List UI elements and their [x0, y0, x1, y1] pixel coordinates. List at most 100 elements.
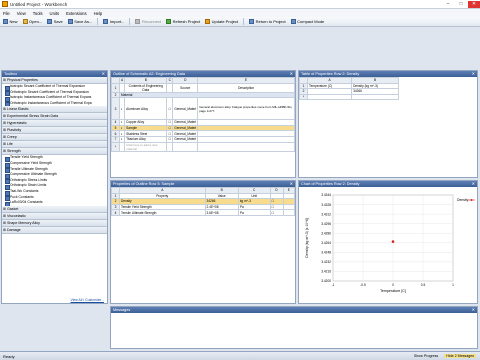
toolbox-category[interactable]: Viscoelastic — [2, 212, 107, 220]
y-tick-label: 3.4344 — [321, 193, 331, 197]
save-as-button[interactable]: Save As... — [67, 19, 92, 24]
title-bar: Untitled Project - Workbench – □ ✕ — [0, 0, 480, 9]
status-bar: Ready Show Progress Hide 2 Messages — [0, 351, 480, 360]
properties-header: Properties of Outline Row 5: Sample ✕ — [111, 181, 295, 187]
app-icon — [2, 1, 8, 7]
outline-panel: Outline of Schematic A2: Engineering Dat… — [110, 70, 296, 178]
toolbox-category[interactable]: Experimental Stress Strain Data — [2, 113, 107, 121]
x-tick-label: -0.5 — [360, 283, 366, 287]
checkbox[interactable]: ☐ — [269, 209, 284, 216]
legend-label: Density — [457, 198, 469, 202]
table-row[interactable]: 3 ▪ Aluminum Alloy ☐ General_Materi General a… — [111, 97, 295, 121]
new-button[interactable]: New — [3, 19, 18, 24]
x-axis-label: Temperature [C] — [380, 289, 406, 293]
toolbar-separator — [243, 18, 245, 25]
view-all-customize-link[interactable]: View All / Customize... — [71, 298, 104, 302]
y-tick-label: 3.4200 — [321, 279, 331, 283]
workbench-window: Untitled Project - Workbench – □ ✕ File … — [0, 0, 480, 360]
y-tick-label: 3.4232 — [321, 260, 331, 264]
outline-header: Outline of Schematic A2: Engineering Dat… — [111, 71, 295, 77]
y-tick-label: 3.4280 — [321, 231, 331, 235]
density-chart: 3.4200 3.4216 3.4232 3.4248 3.4264 3.4280 3.42… — [305, 193, 475, 293]
minimize-button[interactable]: – — [442, 1, 454, 8]
properties-table: ABCDE 1 Property Value Unit 2 Density 34266 kg… — [111, 187, 295, 216]
toolbox-category[interactable]: Creep — [2, 134, 107, 142]
toolbox-panel: Toolbox✕ Physical PropertiesIsotropic Se… — [1, 70, 108, 304]
toolbox-list: Physical PropertiesIsotropic Secant Coef… — [2, 77, 107, 234]
toolbox-category[interactable]: Plasticity — [2, 127, 107, 135]
status-ready: Ready — [3, 353, 15, 359]
open-icon — [22, 19, 28, 24]
toolbox-category[interactable]: Hyperelastic — [2, 120, 107, 128]
legend-marker — [470, 199, 473, 201]
y-axis-label: Density (kg m^-3) [x 10^4] — [305, 218, 309, 257]
save-button[interactable]: Save — [47, 19, 63, 24]
refresh-project-button[interactable]: Refresh Project — [166, 19, 200, 24]
x-tick-label: -1 — [332, 283, 335, 287]
y-tick-label: 3.4328 — [321, 203, 331, 207]
x-tick-label: 1 — [452, 283, 454, 287]
close-icon[interactable]: ✕ — [472, 307, 475, 313]
reconnect-icon — [135, 19, 141, 24]
menu-units[interactable]: Units — [50, 11, 60, 16]
update-icon — [205, 19, 211, 24]
chart-panel: Chart of Properties Row 2: Density ✕ 3.42… — [298, 180, 478, 304]
close-icon[interactable]: ✕ — [290, 181, 293, 187]
menu-file[interactable]: File — [3, 11, 10, 16]
return-to-project-button[interactable]: Return to Project — [249, 19, 286, 24]
close-icon[interactable]: ✕ — [472, 71, 475, 77]
menu-help[interactable]: Help — [94, 11, 103, 16]
toolbar: New Open... Save Save As... Import... Re… — [0, 17, 480, 27]
import-icon — [103, 19, 109, 24]
table-of-properties-header: Table of Properties Row 2: Density ✕ — [299, 71, 477, 77]
refresh-icon — [166, 19, 172, 24]
update-project-button[interactable]: Update Project — [205, 19, 238, 24]
y-tick-label: 3.4296 — [321, 222, 331, 226]
y-tick-label: 3.4264 — [321, 241, 331, 245]
toolbar-separator — [97, 18, 99, 25]
open-button[interactable]: Open... — [22, 19, 42, 24]
reconnect-button[interactable]: Reconnect — [135, 19, 161, 24]
toolbox-category[interactable]: Damage — [2, 226, 107, 234]
maximize-button[interactable]: □ — [455, 1, 467, 8]
x-tick-label: 0.5 — [421, 283, 426, 287]
outline-table: ABCDE 1 Contents of Engineering Data Sourc… — [111, 77, 295, 152]
toolbox-category[interactable]: Linear Elastic — [2, 106, 107, 114]
properties-panel: Properties of Outline Row 5: Sample ✕ ABC… — [110, 180, 296, 304]
table-row[interactable]: 4 Tensile Ultimate Strength 3.6E+08 Pa ☐ — [111, 209, 295, 216]
close-button[interactable]: ✕ — [468, 1, 480, 8]
menu-tools[interactable]: Tools — [33, 11, 43, 16]
menu-view[interactable]: View — [17, 11, 26, 16]
save-as-icon — [67, 19, 73, 24]
y-tick-label: 3.4248 — [321, 251, 331, 255]
y-tick-label: 3.4216 — [321, 270, 331, 274]
toolbar-separator — [129, 18, 131, 25]
add-material-row[interactable]: * Click here to add a new material — [111, 141, 295, 152]
x-tick-label: 0 — [392, 283, 394, 287]
chart-header: Chart of Properties Row 2: Density ✕ — [299, 181, 477, 187]
y-tick-label: 3.4312 — [321, 212, 331, 216]
properties-data-table: AB 1 Temperature (C) Density (kg m^-3) 2 34… — [299, 77, 399, 101]
toolbox-category[interactable]: Gasket — [2, 205, 107, 213]
toolbox-category[interactable]: Shape Memory Alloy — [2, 219, 107, 227]
toolbox-category[interactable]: Strength — [2, 148, 107, 156]
messages-header: Messages ✕ — [111, 307, 477, 313]
data-point — [391, 240, 395, 243]
return-icon — [249, 19, 255, 24]
table-of-properties-panel: Table of Properties Row 2: Density ✕ AB 1… — [298, 70, 478, 178]
messages-panel: Messages ✕ — [110, 306, 478, 349]
close-icon[interactable]: ✕ — [472, 181, 475, 187]
messages-toggle-button[interactable]: Hide 2 Messages — [444, 354, 476, 358]
new-icon — [3, 19, 8, 24]
toolbox-category[interactable]: Life — [2, 141, 107, 149]
compact-mode-button[interactable]: Compact Mode — [290, 19, 324, 24]
menu-extensions[interactable]: Extensions — [66, 11, 86, 16]
show-progress-button[interactable]: Show Progress — [414, 354, 438, 358]
save-icon — [47, 19, 53, 24]
window-title: Untitled Project - Workbench — [10, 1, 68, 7]
toolbox-category[interactable]: Physical Properties — [2, 77, 107, 84]
menu-bar: File View Tools Units Extensions Help — [0, 9, 480, 17]
close-icon[interactable]: ✕ — [290, 71, 293, 77]
import-button[interactable]: Import... — [103, 19, 124, 24]
compact-icon — [290, 19, 296, 24]
